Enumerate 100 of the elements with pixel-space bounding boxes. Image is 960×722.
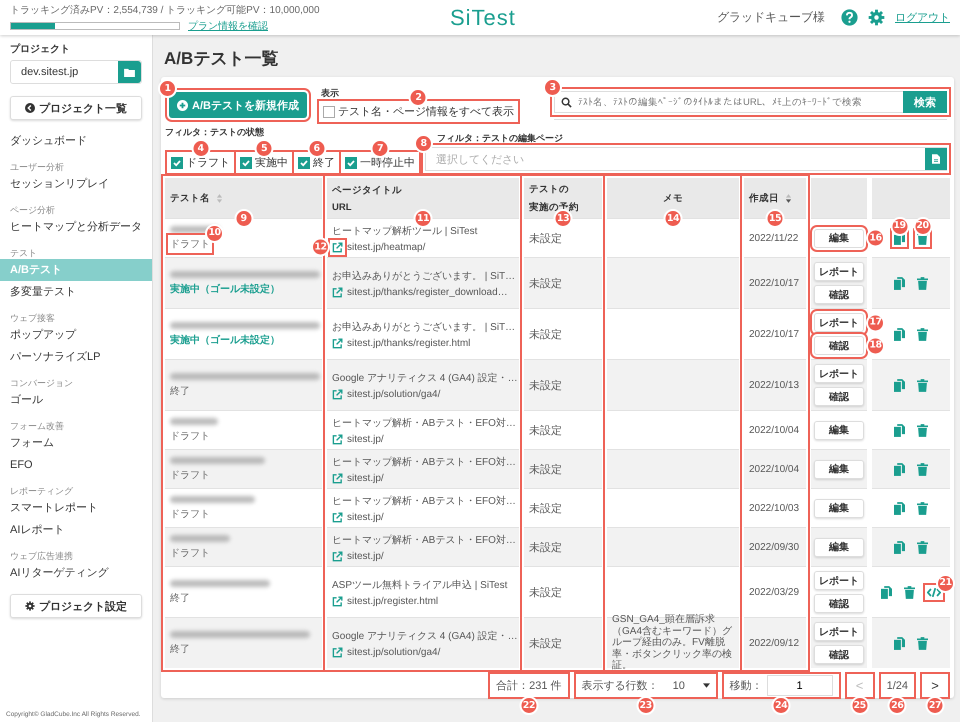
callout-number: 25 (850, 696, 870, 715)
external-link-icon[interactable] (332, 646, 343, 658)
status-text: 終了 (170, 592, 190, 604)
nav-item[interactable]: ダッシュボード (0, 130, 152, 152)
action-button[interactable]: 確認 (814, 645, 864, 664)
trash-icon[interactable] (917, 636, 928, 650)
nav-item[interactable]: EFO (0, 454, 152, 476)
url-link[interactable]: sitest.jp/register.html (347, 596, 438, 606)
url-link[interactable]: sitest.jp/thanks/register.html (347, 338, 470, 348)
project-list-button[interactable]: プロジェクト一覧 (10, 96, 142, 120)
action-button[interactable]: 編集 (814, 420, 864, 440)
column-title: ページタイトル (332, 184, 402, 196)
status-text: 実施中（ゴール未設定） (170, 333, 280, 346)
project-label: プロジェクト (10, 42, 71, 56)
nav-item[interactable]: パーソナライズLP (0, 346, 152, 368)
url-link[interactable]: sitest.jp/solution/ga4/ (347, 388, 440, 400)
status-text: 終了 (170, 642, 190, 656)
status-text: 実施中（ゴール未設定） (170, 282, 280, 296)
check-icon (346, 158, 356, 168)
url-link[interactable]: sitest.jp/ (347, 512, 384, 522)
copy-icon[interactable] (894, 636, 905, 650)
section-heading: ユーザー分析 (10, 161, 65, 173)
callout-number: 6 (307, 139, 326, 158)
trash-icon[interactable] (904, 586, 915, 598)
section-heading: レポーティング (10, 485, 74, 497)
page-title-text: ヒートマップ解析・ABテスト・EFO対… (332, 456, 514, 468)
copy-icon[interactable] (894, 502, 905, 514)
page-title-text: Google アナリティクス 4 (GA4) 設定・… (332, 630, 514, 642)
copy-icon[interactable] (881, 586, 892, 598)
nav-item[interactable]: ヒートマップと分析データ (0, 216, 152, 238)
nav-item[interactable]: スマートレポート (0, 497, 152, 519)
copy-icon[interactable] (894, 378, 905, 392)
nav-item[interactable]: AIレポート (0, 519, 152, 541)
external-link-icon[interactable] (332, 388, 343, 400)
copy-icon[interactable] (894, 540, 905, 554)
project-settings-button[interactable]: プロジェクト設定 (10, 594, 142, 618)
trash-icon[interactable] (917, 424, 928, 436)
url-link[interactable]: sitest.jp/solution/ga4/ (347, 646, 440, 658)
caret-icon (702, 683, 710, 688)
action-button[interactable]: 確認 (814, 285, 864, 304)
nav-item[interactable]: フォーム (0, 432, 152, 454)
trash-icon[interactable] (917, 540, 928, 554)
trash-icon[interactable] (917, 328, 928, 340)
callout-number: 21 (936, 574, 955, 592)
sort-icon[interactable] (785, 192, 792, 204)
external-link-icon[interactable] (332, 434, 343, 444)
callout-number: 26 (888, 696, 907, 715)
page-title: A/Bテスト一覧 (164, 48, 280, 70)
callout-number: 1 (158, 79, 177, 98)
trash-icon[interactable] (917, 462, 928, 476)
url-link[interactable]: sitest.jp/thanks/register_download… (347, 286, 508, 298)
callout-number: 2 (408, 88, 428, 107)
nav-item[interactable]: 多変量テスト (0, 281, 152, 303)
url-link[interactable]: sitest.jp/ (347, 434, 384, 444)
date-text: 2022/10/13 (749, 380, 800, 390)
external-link-icon[interactable] (332, 472, 343, 484)
action-button[interactable]: 編集 (814, 460, 864, 478)
trash-icon[interactable] (917, 502, 928, 514)
check-icon (172, 158, 182, 168)
trash-icon[interactable] (917, 378, 928, 392)
nav-item[interactable]: AIリターゲティング (0, 562, 152, 584)
nav-item[interactable]: ゴール (0, 389, 152, 411)
action-button[interactable]: 編集 (814, 538, 864, 556)
action-button[interactable]: レポート (814, 364, 864, 383)
copy-icon[interactable] (894, 462, 905, 476)
nav-item[interactable]: ポップアップ (0, 324, 152, 346)
copy-icon[interactable] (894, 424, 905, 436)
settings-icon[interactable] (868, 9, 885, 26)
action-button[interactable]: 編集 (814, 498, 864, 518)
page-title-text: ヒートマップ解析・ABテスト・EFO対… (332, 534, 514, 546)
callout-number: 22 (519, 696, 538, 715)
status-text: ドラフト (170, 508, 210, 520)
trash-icon[interactable] (917, 276, 928, 290)
action-button[interactable]: 確認 (814, 594, 864, 613)
url-link[interactable]: sitest.jp/heatmap/ (347, 242, 426, 252)
status-text: ドラフト (170, 468, 210, 482)
copy-icon[interactable] (894, 328, 905, 340)
nav-item[interactable]: セッションリプレイ (0, 173, 152, 195)
url-link[interactable]: sitest.jp/ (347, 472, 384, 484)
external-link-icon[interactable] (332, 286, 343, 298)
plus-circle-icon (177, 100, 188, 110)
copy-icon[interactable] (894, 276, 905, 290)
date-text: 2022/10/17 (749, 278, 800, 288)
action-button[interactable]: レポート (814, 571, 864, 590)
external-link-icon[interactable] (332, 512, 343, 522)
action-button[interactable]: レポート (814, 262, 864, 281)
check-icon (241, 158, 251, 168)
section-heading: コンバージョン (10, 377, 74, 389)
project-field[interactable]: dev.sitest.jp (10, 60, 142, 84)
external-link-icon[interactable] (332, 550, 343, 562)
callout-number: 8 (414, 134, 433, 153)
url-link[interactable]: sitest.jp/ (347, 550, 384, 562)
date-text: 2022/09/12 (749, 638, 800, 648)
action-button[interactable]: 確認 (814, 387, 864, 406)
external-link-icon[interactable] (332, 338, 343, 348)
blurred-name (170, 418, 218, 424)
external-link-icon[interactable] (332, 596, 343, 606)
help-icon[interactable] (841, 9, 858, 26)
page-title-text: ASPツール無料トライアル申込 | SiTest (332, 578, 508, 592)
action-button[interactable]: レポート (814, 622, 864, 641)
